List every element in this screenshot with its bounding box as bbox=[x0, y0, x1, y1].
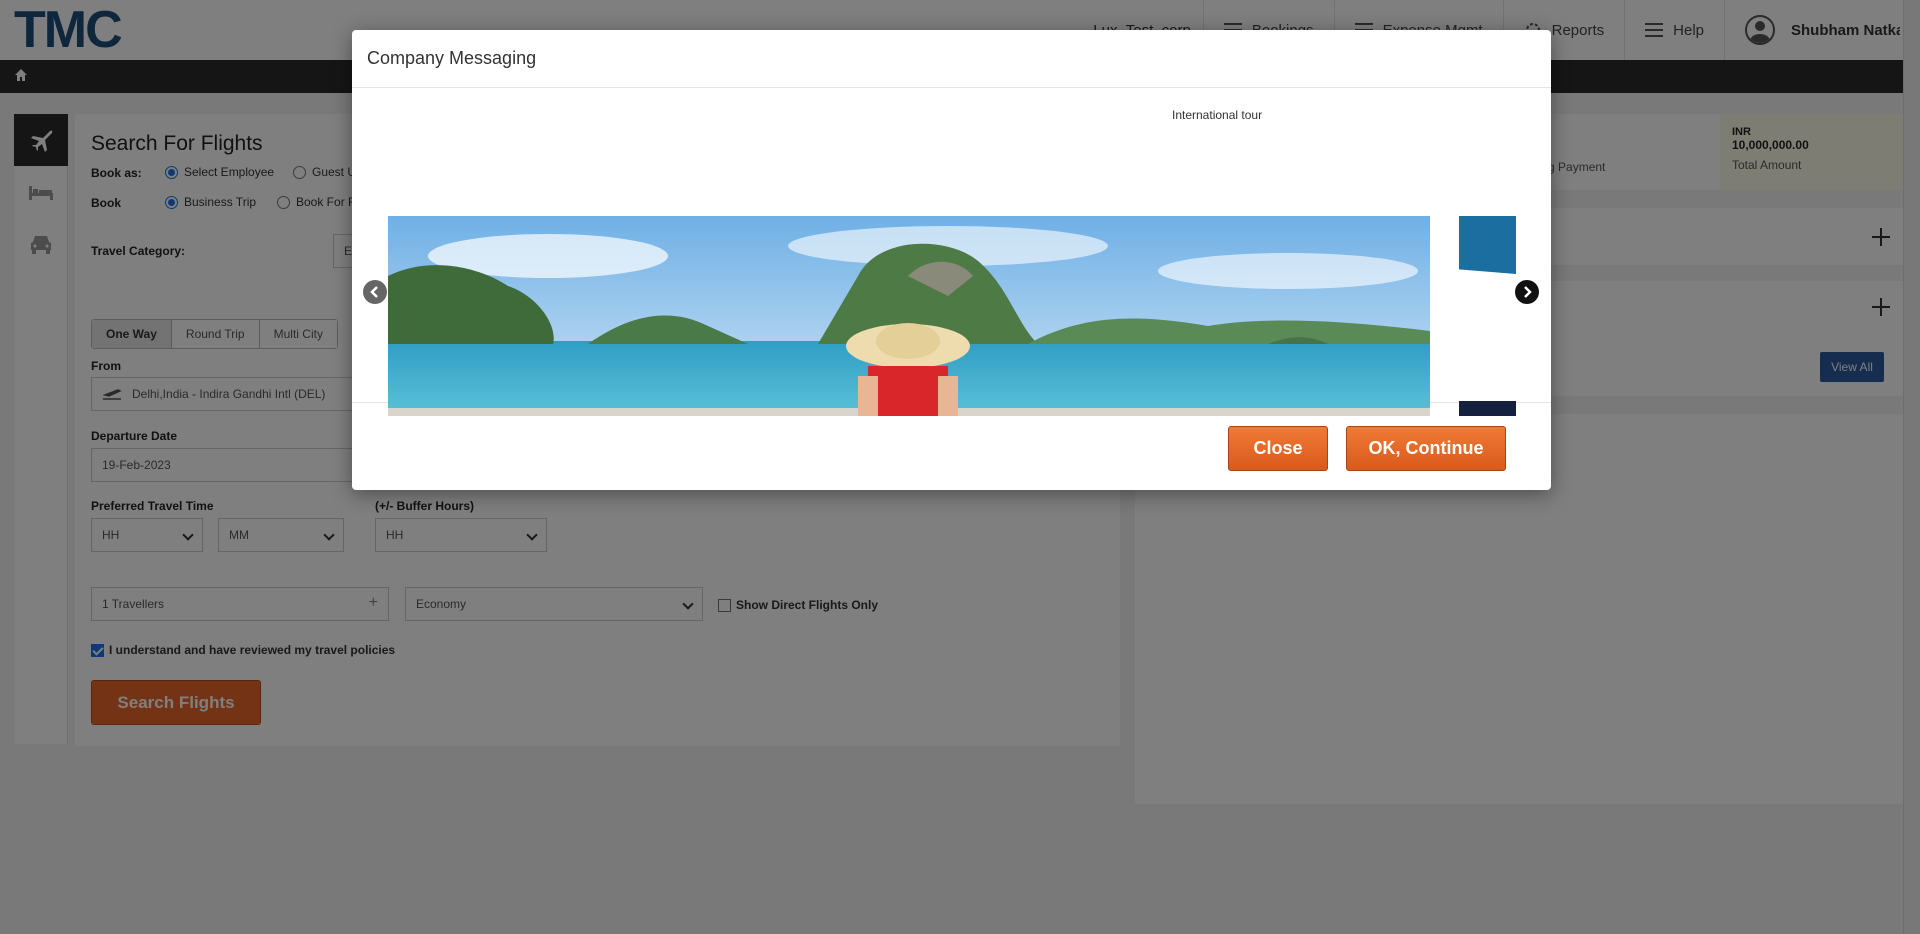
modal-title: Company Messaging bbox=[367, 48, 537, 68]
company-messaging-modal: Company Messaging International tour Clo… bbox=[352, 30, 1551, 490]
modal-footer: Close OK, Continue bbox=[352, 403, 1551, 489]
modal-body: International tour bbox=[352, 88, 1551, 416]
chevron-left-icon bbox=[370, 286, 378, 298]
ok-continue-button[interactable]: OK, Continue bbox=[1346, 426, 1506, 471]
chevron-right-icon bbox=[1524, 286, 1532, 298]
carousel-prev-button[interactable] bbox=[363, 280, 387, 304]
close-button[interactable]: Close bbox=[1228, 426, 1328, 471]
carousel-next-button[interactable] bbox=[1515, 280, 1539, 304]
next-slide-preview bbox=[1459, 216, 1516, 274]
travel-banner-image bbox=[388, 216, 1430, 416]
slide-caption: International tour bbox=[1172, 108, 1263, 122]
modal-header: Company Messaging bbox=[352, 30, 1551, 88]
